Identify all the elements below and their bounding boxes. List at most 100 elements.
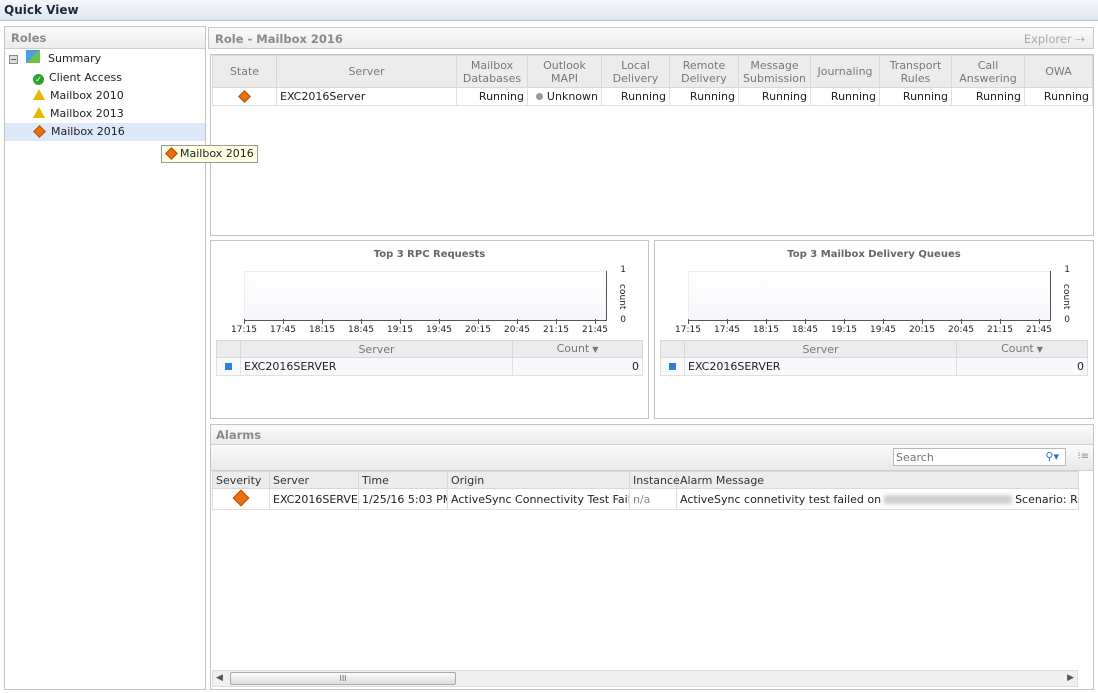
time-cell: 1/25/16 5:03 PM [358,488,448,510]
column-header[interactable]: Local Delivery [601,55,670,88]
x-tick-label: 18:15 [309,325,335,335]
x-tick [478,319,479,324]
scroll-thumb[interactable]: III [230,672,456,685]
table-cell: Running [951,87,1025,106]
explorer-link[interactable]: Explorer ⇢ [1024,32,1085,46]
role-table-panel: State Server Mailbox Databases Outlook MAPI… [210,54,1094,236]
search-field[interactable] [894,449,1034,465]
tree-item-label: Mailbox 2010 [50,89,124,102]
warning-icon [33,89,45,100]
y-tick-label: 1 [1064,265,1070,275]
alarms-table: Severity Server Time Origin Instance Alarm Me… [212,471,1079,510]
x-tick [244,319,245,324]
plot-area [244,271,606,321]
tree-item-summary[interactable]: − Summary [9,50,101,68]
column-header[interactable]: Alarm Message [676,471,1079,489]
column-header[interactable]: Severity [212,471,270,489]
x-tick-label: 19:45 [870,325,896,335]
column-header[interactable]: Call Answering [951,55,1025,88]
alarms-panel: Alarms ⚲▾ ⁝≡ SeverityServerTimeOriginIns… [210,424,1094,690]
column-header[interactable]: Server [269,471,359,489]
horizontal-scrollbar[interactable]: ◀ III ▶ [212,670,1078,687]
column-header[interactable]: Origin [447,471,630,489]
message-text: Scenario: Reset C [1015,492,1078,506]
x-tick-label: 20:15 [465,325,491,335]
y-axis-label: count [1061,284,1071,310]
x-tick-label: 17:45 [714,325,740,335]
x-tick [844,319,845,324]
x-tick-label: 20:15 [909,325,935,335]
column-options-icon[interactable]: ⁝≡ [1077,451,1089,462]
column-header[interactable]: OWA [1024,55,1093,88]
x-tick [688,319,689,324]
x-tick [439,319,440,324]
cell-text: Running [1043,90,1089,103]
series-color-cell [216,357,241,376]
column-header[interactable]: Server [276,55,457,88]
exchange-server-icon [25,50,40,63]
table-cell: Running [456,87,528,106]
severity-cell [212,488,270,510]
chart-legend-table: Server Count ▼ EXC2016SERVER 0 [660,340,1088,376]
table-cell: Running [738,87,811,106]
tree-item-client-access[interactable]: ✓ Client Access [33,69,122,87]
scroll-left-icon[interactable]: ◀ [216,673,223,683]
count-cell: 0 [956,357,1088,376]
x-tick [556,319,557,324]
tree-item-mailbox-2016[interactable]: Mailbox 2016 [5,123,205,141]
warning-icon [33,107,45,118]
table-cell: Running [810,87,880,106]
x-tick-label: 17:45 [270,325,296,335]
y-tick-label: 1 [620,265,626,275]
color-column-header [660,340,685,358]
column-header[interactable]: Mailbox Databases [456,55,528,88]
column-header[interactable]: Message Submission [738,55,811,88]
scroll-right-icon[interactable]: ▶ [1067,673,1074,683]
collapse-icon[interactable]: − [9,55,18,64]
search-icon[interactable]: ⚲▾ [1045,450,1059,463]
tree-item-mailbox-2010[interactable]: Mailbox 2010 [33,87,124,105]
color-column-header [216,340,241,358]
message-text: ActiveSync connetivity test failed on [680,492,882,506]
column-header[interactable]: Outlook MAPI [527,55,602,88]
cell-text: EXC2016Server [280,90,366,103]
tree-item-label: Client Access [49,71,122,84]
x-tick-label: 19:15 [831,325,857,335]
x-tick [766,319,767,324]
series-color-cell [660,357,685,376]
search-input[interactable]: ⚲▾ [893,448,1066,466]
tree-item-label: Mailbox 2016 [51,125,125,138]
column-header[interactable]: Server [240,340,513,358]
y-axis [1050,271,1051,321]
table-row[interactable]: EXC2016SERVER 0 [660,357,1088,376]
column-header[interactable]: Server [684,340,957,358]
column-header[interactable]: Count ▼ [956,340,1088,358]
series-color-swatch [669,363,676,370]
column-header[interactable]: Transport Rules [879,55,952,88]
origin-cell: ActiveSync Connectivity Test Failure [447,488,630,510]
cell-text: Running [689,90,735,103]
cell-text: Running [830,90,876,103]
y-tick-label: 0 [620,315,626,325]
column-header[interactable]: Instance [629,471,680,489]
table-cell: Running [879,87,952,106]
table-row[interactable]: EXC2016SERVER 0 [216,357,643,376]
cell-text: Running [478,90,524,103]
instance-cell: n/a [629,488,677,510]
x-tick [883,319,884,324]
plot-area [688,271,1050,321]
column-header[interactable]: State [212,55,277,88]
table-row[interactable]: EXC2016Server Running Unknown Running Runnin… [212,87,1093,106]
table-row[interactable]: EXC2016SERVER 1/25/16 5:03 PM ActiveSync C… [212,488,1079,510]
column-header[interactable]: Journaling [810,55,880,88]
table-cell: Running [669,87,739,106]
column-header[interactable]: Count ▼ [512,340,643,358]
x-tick [595,319,596,324]
column-header[interactable]: Remote Delivery [669,55,739,88]
column-header[interactable]: Time [358,471,448,489]
server-cell: EXC2016SERVER [269,488,359,510]
x-tick-label: 21:45 [1026,325,1052,335]
table-cell: EXC2016Server [276,87,457,106]
header-text: Count [556,342,590,355]
tree-item-mailbox-2013[interactable]: Mailbox 2013 [33,105,124,123]
